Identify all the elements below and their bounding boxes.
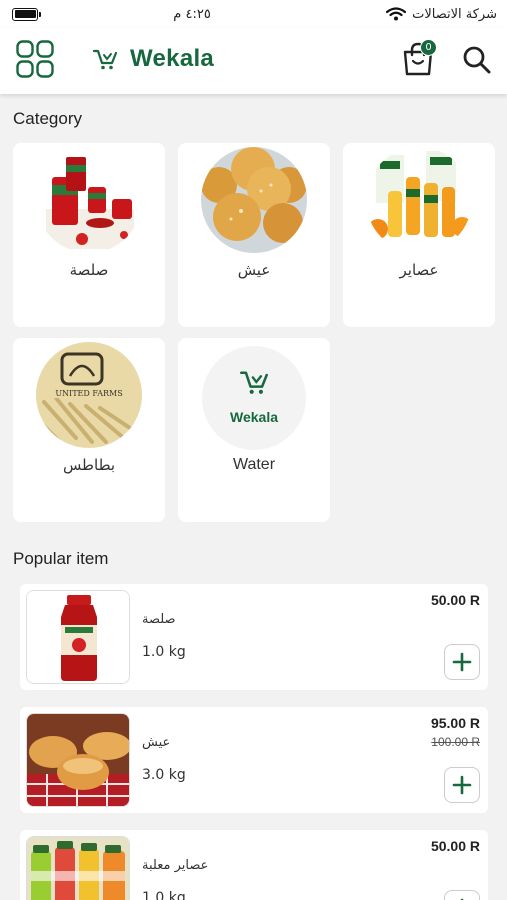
search-icon[interactable]: [462, 45, 492, 75]
svg-text:UNITED FARMS: UNITED FARMS: [55, 389, 122, 398]
brand-name: Wekala: [130, 45, 215, 72]
fries-image: UNITED FARMS: [36, 342, 142, 448]
product-card[interactable]: عصاير معلبة 1.0 kg 50.00 R: [20, 830, 488, 900]
carrier-name: شركة الاتصالات: [412, 6, 497, 22]
status-time: ٤:٢٥ م: [173, 6, 211, 22]
wekala-cart-logo-icon: [240, 371, 268, 394]
category-card-bread[interactable]: عيش: [178, 143, 330, 327]
popular-title: Popular item: [13, 549, 109, 568]
buns-image: [26, 713, 130, 807]
product-name: صلصة: [142, 612, 176, 627]
add-to-cart-button[interactable]: [444, 890, 480, 900]
category-title: Category: [13, 109, 82, 128]
product-card[interactable]: صلصة 1.0 kg 50.00 R: [20, 584, 488, 690]
menu-grid-icon[interactable]: [16, 40, 54, 78]
juice-bottles-image: [366, 147, 472, 253]
plus-icon: [452, 652, 472, 672]
add-to-cart-button[interactable]: [444, 644, 480, 680]
product-price: 50.00 R: [430, 838, 480, 854]
category-label: عصاير: [399, 261, 439, 279]
status-bar: ٤:٢٥ م شركة الاتصالات: [0, 0, 507, 28]
cart-count-badge: 0: [420, 39, 437, 56]
product-name: عيش: [142, 735, 171, 750]
category-label: بطاطس: [62, 456, 116, 474]
bottled-juices-image: [26, 836, 130, 900]
product-quantity: 1.0 kg: [142, 644, 186, 660]
wekala-logo-placeholder: Wekala: [202, 346, 306, 450]
bread-rolls-image: [201, 147, 307, 253]
category-card-sauce[interactable]: صلصة: [13, 143, 165, 327]
product-card[interactable]: عيش 3.0 kg 95.00 R 100.00 R: [20, 707, 488, 813]
tomato-paste-image: [36, 147, 142, 253]
app-header: Wekala 0: [0, 28, 507, 94]
category-label: Water: [232, 456, 276, 473]
battery-icon: [12, 7, 41, 21]
category-card-juice[interactable]: عصاير: [343, 143, 495, 327]
product-name: عصاير معلبة: [142, 858, 209, 873]
tomato-sauce-jar-image: [26, 590, 130, 684]
category-card-potatoes[interactable]: UNITED FARMS بطاطس: [13, 338, 165, 522]
brand-logo: Wekala: [92, 45, 214, 73]
category-label: عيش: [237, 261, 271, 279]
category-card-water[interactable]: Wekala Water: [178, 338, 330, 522]
wekala-cart-logo-icon: [92, 49, 118, 70]
product-quantity: 3.0 kg: [142, 767, 186, 783]
add-to-cart-button[interactable]: [444, 767, 480, 803]
category-label: صلصة: [69, 261, 109, 279]
plus-icon: [452, 775, 472, 795]
placeholder-brand: Wekala: [230, 409, 278, 425]
product-quantity: 1.0 kg: [142, 890, 186, 900]
product-price: 95.00 R: [430, 715, 480, 731]
product-old-price: 100.00 R: [431, 735, 480, 749]
product-price: 50.00 R: [430, 592, 480, 608]
wifi-icon: [386, 7, 407, 21]
